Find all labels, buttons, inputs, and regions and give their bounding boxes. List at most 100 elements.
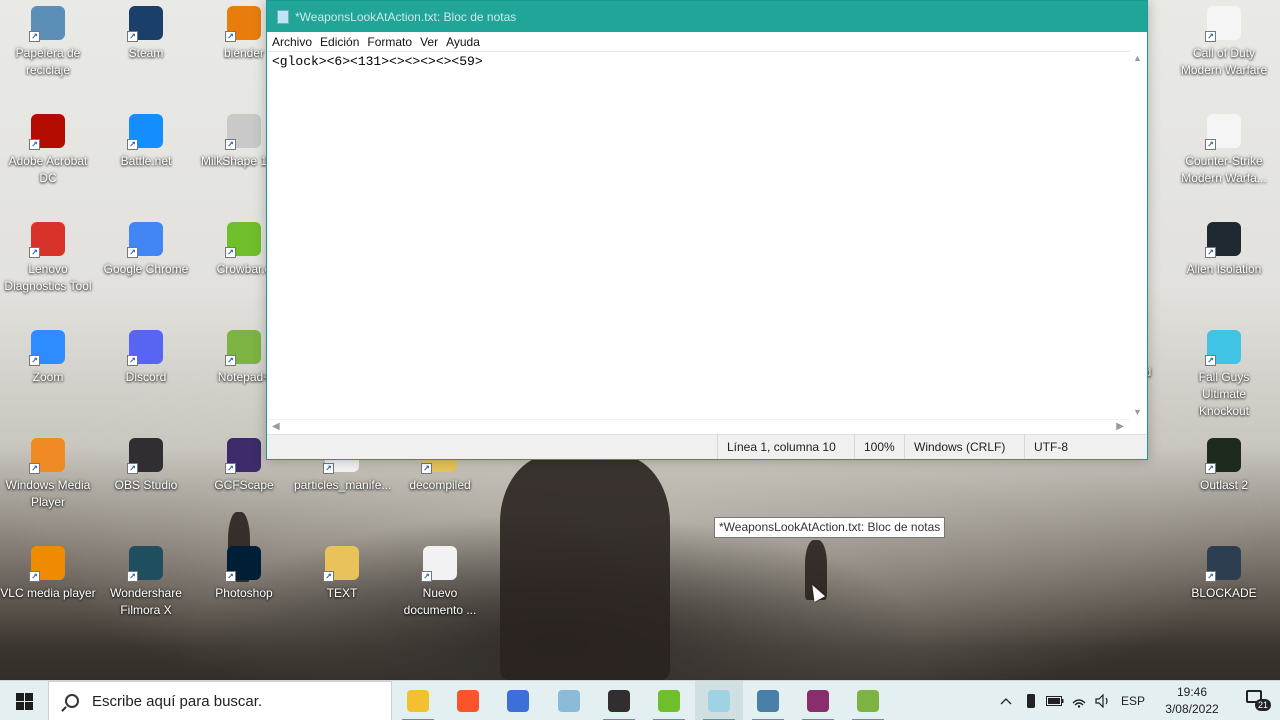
start-button[interactable]	[0, 681, 48, 720]
wallpaper-soldier	[500, 455, 670, 680]
desktop-shortcut-label: particles_manife...	[294, 478, 392, 492]
shortcut-arrow-icon: ↗	[421, 463, 432, 474]
desktop-shortcut[interactable]: ↗ Discord	[98, 330, 194, 386]
acrobat-icon: ↗	[29, 114, 65, 150]
taskbar-app-button[interactable]	[794, 681, 842, 720]
desktop-shortcut[interactable]: ↗ TEXT	[294, 546, 390, 602]
desktop-shortcut[interactable]: ↗ Lenovo Diagnostics Tool	[0, 222, 96, 295]
desktop-shortcut[interactable]: ↗ Battle.net	[98, 114, 194, 170]
language-indicator[interactable]: ESP	[1116, 681, 1150, 720]
volume-icon[interactable]	[1092, 681, 1114, 720]
notepadpp-icon	[857, 690, 879, 712]
chevron-up-icon[interactable]	[996, 681, 1016, 720]
desktop-shortcut[interactable]: ↗ BLOCKADE	[1176, 546, 1272, 602]
shortcut-arrow-icon: ↗	[29, 247, 40, 258]
desktop-shortcut-label: Zoom	[32, 370, 64, 384]
menu-archivo[interactable]: Archivo	[271, 35, 318, 49]
menu-ayuda[interactable]: Ayuda	[445, 35, 486, 49]
taskbar-app-button[interactable]	[595, 681, 643, 720]
windows-logo-icon	[15, 692, 33, 710]
desktop-shortcut[interactable]: ↗ Zoom	[0, 330, 96, 386]
shortcut-arrow-icon: ↗	[127, 139, 138, 150]
shortcut-arrow-icon: ↗	[225, 139, 236, 150]
desktop-shortcut[interactable]: ↗ Alien Isolation	[1176, 222, 1272, 278]
desktop-shortcut[interactable]: ↗ Outlast 2	[1176, 438, 1272, 494]
scroll-right-icon[interactable]: ▶	[1116, 421, 1124, 432]
desktop-shortcut-label: Wondershare Filmora X	[110, 586, 182, 617]
desktop-shortcut-label: Discord	[125, 370, 167, 384]
desktop-shortcut-label: Outlast 2	[1199, 478, 1249, 492]
horizontal-scrollbar[interactable]: ◀ ▶	[267, 419, 1130, 435]
wifi-icon[interactable]	[1068, 681, 1090, 720]
discord-icon: ↗	[127, 330, 163, 366]
alien-isolation-icon: ↗	[1205, 222, 1241, 258]
menu-ver[interactable]: Ver	[419, 35, 444, 49]
desktop-shortcut[interactable]: ↗ Adobe Acrobat DC	[0, 114, 96, 187]
notifications-icon[interactable]: 21	[1246, 689, 1272, 711]
taskbar-app-button[interactable]	[444, 681, 492, 720]
desktop-shortcut[interactable]: ↗ Fall Guys Ultimate Knockout	[1176, 330, 1272, 420]
taskbar-app-button[interactable]	[494, 681, 542, 720]
scroll-down-icon[interactable]: ▼	[1133, 407, 1142, 417]
taskbar-app-button[interactable]	[695, 681, 743, 720]
desktop-shortcut[interactable]: ↗ Counter-Strike Modern Warfa...	[1176, 114, 1272, 187]
obs-icon: ↗	[127, 438, 163, 474]
desktop-shortcut[interactable]: ↗ Steam	[98, 6, 194, 62]
taskbar-app-button[interactable]	[744, 681, 792, 720]
status-line-endings: Windows (CRLF)	[904, 435, 1024, 459]
taskbar-tooltip: *WeaponsLookAtAction.txt: Bloc de notas	[714, 517, 946, 538]
scroll-left-icon[interactable]: ◀	[272, 421, 280, 432]
desktop-shortcut[interactable]: ↗ Wondershare Filmora X	[98, 546, 194, 619]
desktop-shortcut[interactable]: ↗ Call of Duty Modern Warfare	[1176, 6, 1272, 79]
status-encoding: UTF-8	[1024, 435, 1134, 459]
photoshop-icon: ↗	[225, 546, 261, 582]
desktop-shortcut-label: Lenovo Diagnostics Tool	[4, 262, 92, 293]
desktop-shortcut-label: Counter-Strike Modern Warfa...	[1181, 154, 1267, 185]
notepad-title: *WeaponsLookAtAction.txt: Bloc de notas	[295, 9, 517, 24]
shortcut-arrow-icon: ↗	[29, 31, 40, 42]
shortcut-arrow-icon: ↗	[127, 571, 138, 582]
shortcut-file-icon: ↗	[1205, 114, 1241, 150]
desktop-shortcut-label: Papelera de reciclaje	[15, 46, 81, 77]
vertical-scrollbar[interactable]: ▲ ▼	[1130, 51, 1147, 419]
menu-formato[interactable]: Formato	[366, 35, 418, 49]
notepad-window[interactable]: *WeaponsLookAtAction.txt: Bloc de notas …	[266, 0, 1148, 460]
crowbar-icon	[658, 690, 680, 712]
battlenet-icon: ↗	[127, 114, 163, 150]
desktop-shortcut[interactable]: ↗ Windows Media Player	[0, 438, 96, 511]
notepad-title-bar[interactable]: *WeaponsLookAtAction.txt: Bloc de notas	[267, 1, 1147, 32]
desktop-shortcut-label: TEXT	[326, 586, 358, 600]
desktop-shortcut[interactable]: ↗ Nuevo documento ...	[392, 546, 488, 619]
shortcut-arrow-icon: ↗	[127, 31, 138, 42]
taskbar-app-button[interactable]	[844, 681, 892, 720]
desktop-shortcut-label: decompiled	[409, 478, 471, 492]
taskbar-app-button[interactable]	[394, 681, 442, 720]
shortcut-arrow-icon: ↗	[127, 463, 138, 474]
scroll-up-icon[interactable]: ▲	[1133, 53, 1142, 63]
brave-icon	[457, 690, 479, 712]
status-zoom: 100%	[854, 435, 904, 459]
taskbar-app-button[interactable]	[645, 681, 693, 720]
taskbar-app-button[interactable]	[545, 681, 593, 720]
desktop-shortcut-label: Alien Isolation	[1186, 262, 1262, 276]
recycle-bin-icon: ↗	[29, 6, 65, 42]
desktop-shortcut[interactable]: ↗ Papelera de reciclaje	[0, 6, 96, 79]
milkshape-icon: ↗	[225, 114, 261, 150]
taskbar-search[interactable]	[48, 681, 392, 720]
search-input[interactable]	[92, 692, 372, 710]
battery-icon[interactable]	[1044, 681, 1066, 720]
desktop-shortcut-label: BLOCKADE	[1191, 586, 1257, 600]
desktop-shortcut[interactable]: ↗ Google Chrome	[98, 222, 194, 278]
notepad-text-area[interactable]: <glock><6><131><><><><><59>	[267, 51, 1130, 419]
notepadpp-icon: ↗	[225, 330, 261, 366]
desktop-shortcut[interactable]: ↗ VLC media player	[0, 546, 96, 602]
phone-icon[interactable]	[1020, 681, 1042, 720]
menu-edicion[interactable]: Edición	[319, 35, 365, 49]
paint-icon	[558, 690, 580, 712]
notepad-status-bar: Línea 1, columna 10 100% Windows (CRLF) …	[267, 434, 1147, 459]
desktop-shortcut[interactable]: ↗ Photoshop	[196, 546, 292, 602]
obs-icon	[608, 690, 630, 712]
desktop-shortcut[interactable]: ↗ OBS Studio	[98, 438, 194, 494]
clock[interactable]: 19:46 3/08/2022	[1152, 684, 1232, 718]
shortcut-arrow-icon: ↗	[1205, 247, 1216, 258]
